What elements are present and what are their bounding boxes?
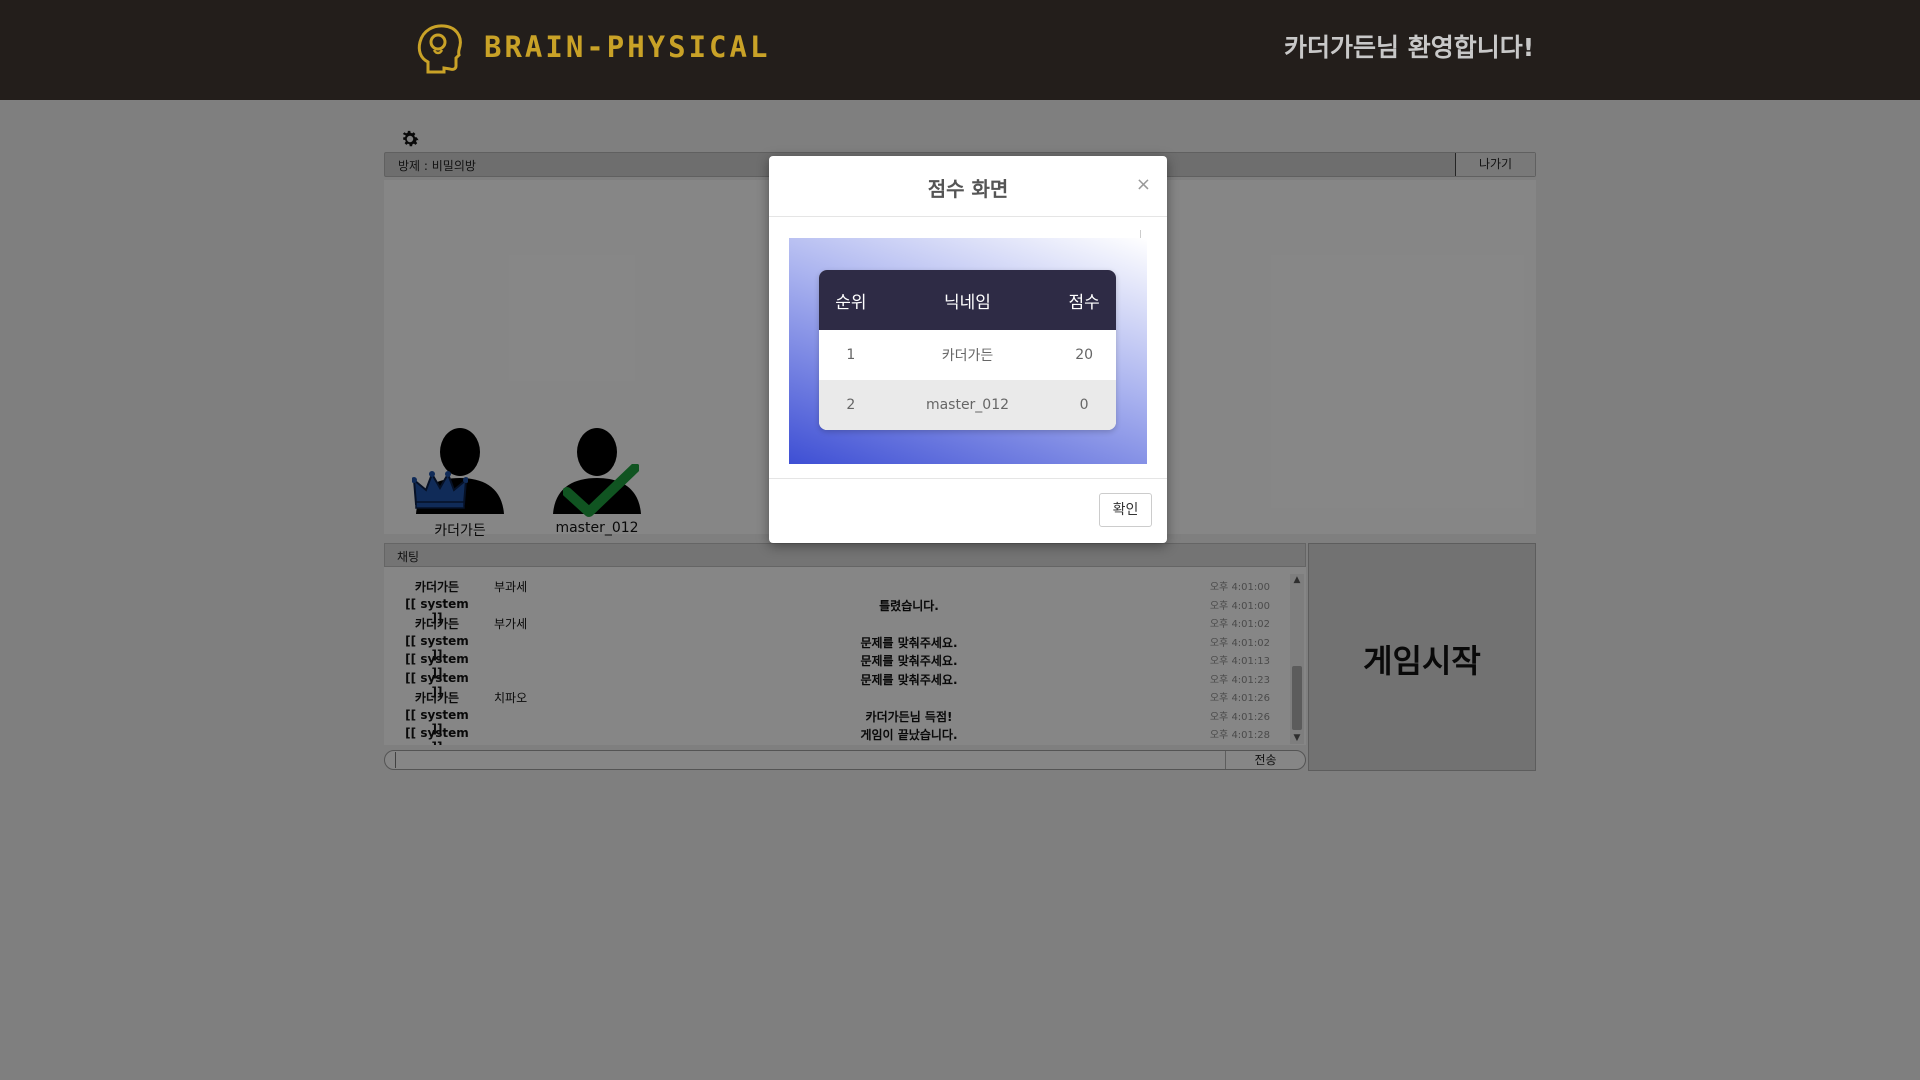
rank-cell: 1 bbox=[846, 347, 856, 363]
close-icon[interactable]: × bbox=[1136, 174, 1151, 195]
column-header-score: 점수 bbox=[1052, 270, 1116, 330]
logo-text: BRAIN-PHYSICAL bbox=[484, 30, 771, 64]
brain-head-logo-icon bbox=[417, 24, 462, 74]
score-panel: 순위 닉네임 점수 1 카더가든 20 2 master_012 0 bbox=[789, 238, 1147, 464]
modal-header: 점수 화면 × bbox=[769, 156, 1167, 217]
confirm-button[interactable]: 확인 bbox=[1099, 493, 1152, 527]
score-modal: 점수 화면 × 순위 닉네임 점수 1 카더가든 20 2 master_012… bbox=[769, 156, 1167, 543]
column-header-nickname: 닉네임 bbox=[882, 270, 1053, 330]
score-cell: 0 bbox=[1052, 380, 1116, 430]
column-header-rank: 순위 bbox=[819, 270, 883, 330]
welcome-message: 카더가든님 환영합니다! bbox=[1284, 33, 1535, 62]
modal-title: 점수 화면 bbox=[927, 177, 1009, 201]
rank-cell: 2 bbox=[819, 380, 883, 430]
table-row: 1 카더가든 20 bbox=[819, 330, 1116, 380]
top-header: BRAIN-PHYSICAL 카더가든님 환영합니다! bbox=[0, 0, 1920, 100]
nickname-cell: master_012 bbox=[882, 380, 1053, 430]
modal-body: 순위 닉네임 점수 1 카더가든 20 2 master_012 0 bbox=[789, 230, 1147, 464]
modal-footer: 확인 bbox=[769, 478, 1167, 543]
score-table: 순위 닉네임 점수 1 카더가든 20 2 master_012 0 bbox=[819, 270, 1116, 430]
nickname-cell: 카더가든 bbox=[941, 348, 994, 364]
table-header-row: 순위 닉네임 점수 bbox=[819, 270, 1116, 330]
table-row: 2 master_012 0 bbox=[819, 380, 1116, 430]
score-cell: 20 bbox=[1075, 347, 1094, 363]
